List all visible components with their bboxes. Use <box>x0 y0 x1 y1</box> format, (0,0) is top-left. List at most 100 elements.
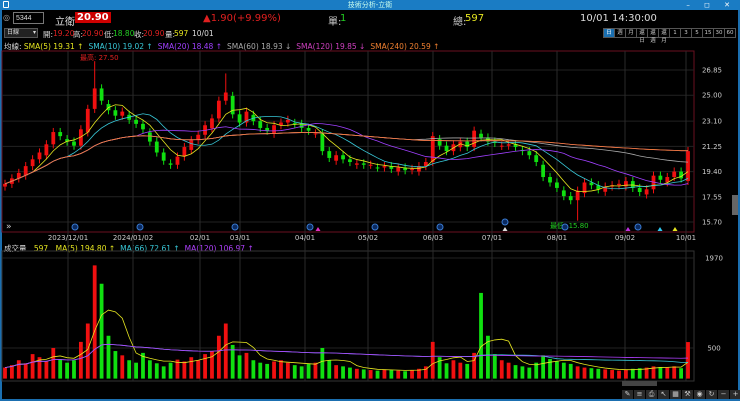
candle-body <box>410 168 414 171</box>
price-tick-label: 17.55 <box>702 193 722 201</box>
candle-body <box>168 163 173 165</box>
price-tick-label: 25.00 <box>702 92 722 100</box>
candle-body <box>313 133 318 135</box>
volume-bar <box>265 363 270 379</box>
chart-canvas[interactable]: 26.85 25.00 23.10 21.25 19.40 17.55 15.70 1970 5… <box>0 0 740 401</box>
volume-bar <box>251 360 256 379</box>
volume-bar <box>147 360 152 379</box>
volume-bar <box>44 361 49 379</box>
event-marker-icon <box>501 218 509 226</box>
candle-body <box>51 132 56 145</box>
candle-body <box>361 163 366 165</box>
volume-bar <box>272 361 276 379</box>
volume-bar <box>210 351 214 379</box>
candle-body <box>644 189 649 195</box>
vertical-scrollbar-thumb[interactable] <box>732 195 738 215</box>
candle-body <box>272 125 276 134</box>
zoom-in-icon[interactable]: + <box>730 390 740 399</box>
date-label: 07/01 <box>482 234 502 242</box>
event-marker-icon[interactable] <box>436 223 444 231</box>
volume-bar <box>672 366 677 379</box>
candle-body <box>3 183 7 187</box>
candle-body <box>230 95 235 115</box>
candle-body <box>679 171 683 179</box>
volume-bar <box>292 365 297 379</box>
candle-body <box>534 155 539 163</box>
candle-body <box>658 175 663 180</box>
candle-body <box>354 163 359 165</box>
event-marker-icon[interactable] <box>561 223 569 231</box>
signal-triangle-icon <box>625 227 631 231</box>
candle-body <box>472 130 477 148</box>
volume-bar <box>499 360 504 379</box>
volume-bar <box>334 365 339 379</box>
volume-bar <box>244 352 249 379</box>
volume-bar <box>16 360 21 379</box>
candle-body <box>175 156 180 165</box>
candle-body <box>285 119 290 123</box>
event-marker-icon[interactable] <box>371 223 379 231</box>
candle-body <box>85 108 90 133</box>
price-tick-label: 19.40 <box>702 168 722 176</box>
candle-body <box>292 122 297 124</box>
volume-tick-label: 1970 <box>705 255 723 263</box>
event-marker-icon[interactable] <box>231 223 239 231</box>
volume-bar <box>451 360 456 379</box>
cursor-icon[interactable]: ↖ <box>658 390 669 399</box>
tool-icon[interactable]: ⚒ <box>682 390 693 399</box>
volume-bar <box>430 341 435 379</box>
candle-body <box>223 92 228 101</box>
candle-body <box>113 110 118 116</box>
list-icon[interactable]: ≡ <box>634 390 645 399</box>
candle-body <box>44 144 49 156</box>
candle-body <box>575 190 580 201</box>
candle-body <box>265 127 270 131</box>
view-icon[interactable]: ◉ <box>694 390 705 399</box>
price-tick-label: 15.70 <box>702 219 722 227</box>
event-marker-icon[interactable] <box>634 223 642 231</box>
candle-body <box>382 166 387 168</box>
volume-bar <box>513 365 518 379</box>
draw-icon[interactable]: ✎ <box>622 390 633 399</box>
candle-body <box>320 133 325 152</box>
volume-bar <box>686 342 690 379</box>
candle-body <box>37 152 42 160</box>
volume-bar <box>279 360 283 379</box>
volume-bar <box>479 292 483 379</box>
candle-body <box>548 177 552 183</box>
volume-bar <box>161 366 166 379</box>
volume-bar <box>541 355 546 379</box>
candle-body <box>327 151 332 158</box>
event-marker-icon[interactable] <box>306 223 314 231</box>
candle-body <box>341 155 345 160</box>
candle-body <box>182 147 187 157</box>
volume-bar <box>65 362 69 379</box>
select-icon[interactable]: ▦ <box>670 390 681 399</box>
event-marker-icon[interactable] <box>136 223 144 231</box>
candle-body <box>561 190 566 197</box>
event-marker-icon[interactable] <box>71 223 79 231</box>
volume-bar <box>3 367 7 379</box>
volume-bar <box>85 323 90 379</box>
horizontal-scrollbar-thumb[interactable] <box>622 381 657 386</box>
zoom-out-icon[interactable]: − <box>718 390 729 399</box>
date-label: 2024/01/02 <box>113 234 153 242</box>
candle-body <box>686 151 690 181</box>
candle-body <box>237 114 242 123</box>
date-label: 02/01 <box>190 234 210 242</box>
refresh-icon[interactable]: ↻ <box>706 390 717 399</box>
date-label: 08/01 <box>547 234 567 242</box>
volume-bar <box>617 370 621 379</box>
candle-body <box>375 167 380 169</box>
candle-body <box>444 145 449 152</box>
volume-bar <box>382 369 387 379</box>
candle-body <box>23 166 28 176</box>
print-icon[interactable]: ⎙ <box>646 390 657 399</box>
volume-bar <box>444 363 449 379</box>
candle-body <box>306 127 311 131</box>
date-label: 2023/12/01 <box>48 234 88 242</box>
volume-bar <box>410 370 414 379</box>
volume-bar <box>127 360 132 379</box>
candle-body <box>368 164 373 166</box>
price-tick-label: 23.10 <box>702 118 722 126</box>
